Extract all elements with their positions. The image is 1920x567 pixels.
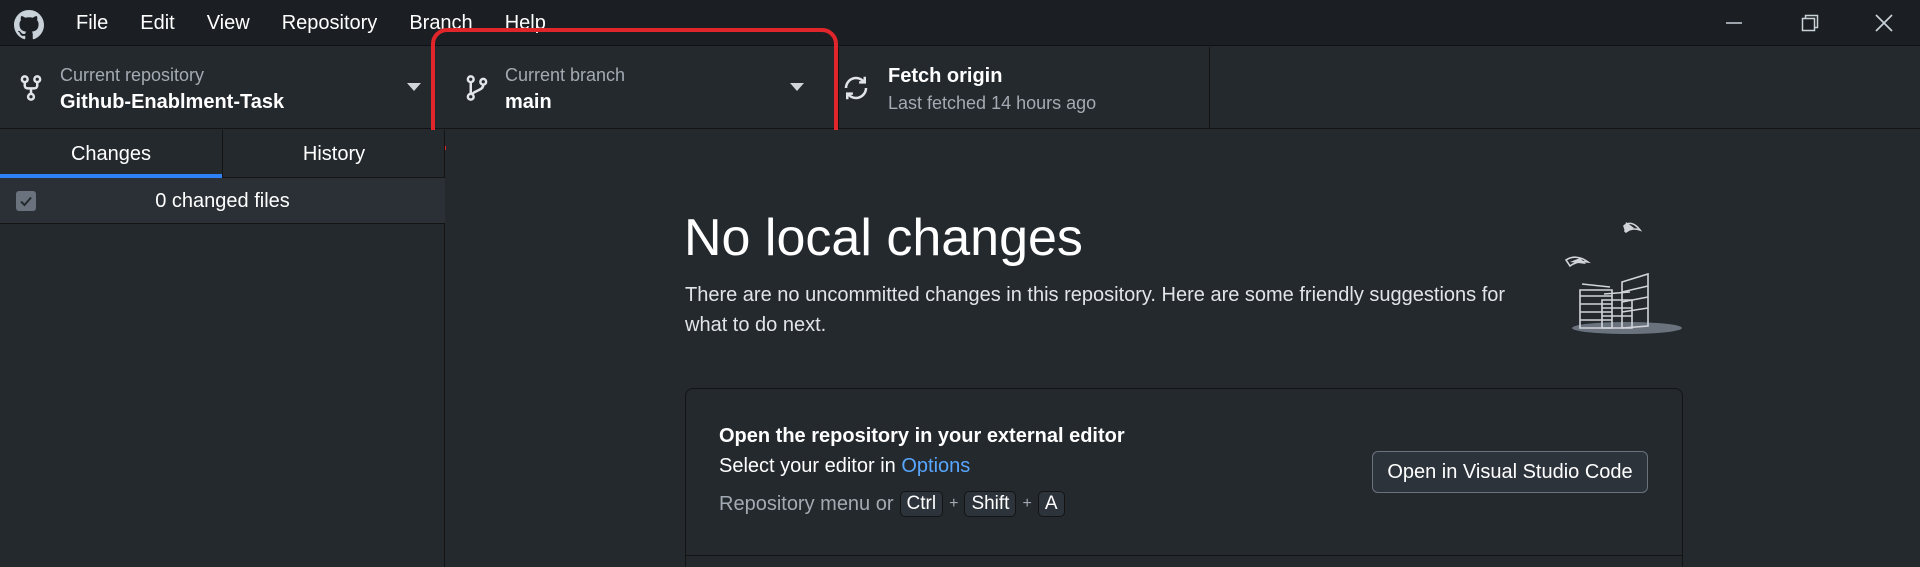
menu-repository[interactable]: Repository [266,0,394,46]
changed-files-count: 0 changed files [155,190,290,212]
plus-sign: + [1022,495,1032,512]
close-button[interactable] [1846,0,1920,46]
sync-icon [844,76,868,100]
repo-fork-icon [20,75,42,101]
key-shift: Shift [964,491,1017,517]
last-fetched-text: Last fetched 14 hours ago [888,93,1097,113]
fetch-origin-button[interactable]: Fetch origin Last fetched 14 hours ago [839,47,1209,129]
menu-edit[interactable]: Edit [124,0,190,46]
chevron-down-icon [407,83,421,91]
options-link[interactable]: Options [901,455,970,477]
card-title: Open the repository in your external edi… [719,425,1125,447]
open-in-vscode-button[interactable]: Open in Visual Studio Code [1372,451,1648,493]
card-subtitle-text: Select your editor in [719,455,902,477]
current-repository-value: Github-Enablment-Task [60,91,285,113]
shortcut-hint: Repository menu or Ctrl + Shift + A [719,491,1065,517]
menu-view[interactable]: View [191,0,266,46]
minimize-icon [1726,22,1742,24]
current-repository-dropdown[interactable]: Current repository Github-Enablment-Task [0,47,431,129]
close-icon [1875,14,1893,32]
main-content: No local changes There are no uncommitte… [446,130,1920,567]
key-a: A [1037,491,1065,517]
sidebar-tabs: Changes History [0,130,445,178]
card-subtitle: Select your editor in Options [719,455,970,478]
restore-icon [1801,14,1819,32]
empty-state-illustration-icon [1564,222,1682,334]
sidebar: Changes History 0 changed files [0,130,445,567]
toolbar-divider [1209,47,1210,129]
card-divider [686,555,1682,556]
toolbar: Current repository Github-Enablment-Task… [0,47,1920,129]
tab-history[interactable]: History [222,130,445,177]
key-ctrl: Ctrl [899,491,944,517]
plus-sign: + [949,495,959,512]
restore-button[interactable] [1772,0,1848,46]
shortcut-hint-text: Repository menu or [719,492,894,515]
open-editor-card: Open the repository in your external edi… [685,388,1683,567]
title-bar: File Edit View Repository Branch Help [0,0,1920,46]
changes-header: 0 changed files [0,178,445,224]
fetch-origin-label: Fetch origin [888,65,1003,87]
page-title: No local changes [684,209,1083,267]
minimize-button[interactable] [1696,0,1772,46]
github-logo-icon [14,10,44,40]
page-description: There are no uncommitted changes in this… [685,284,1506,336]
menu-file[interactable]: File [60,0,124,46]
current-repository-label: Current repository [60,65,205,85]
tab-changes[interactable]: Changes [0,130,222,178]
